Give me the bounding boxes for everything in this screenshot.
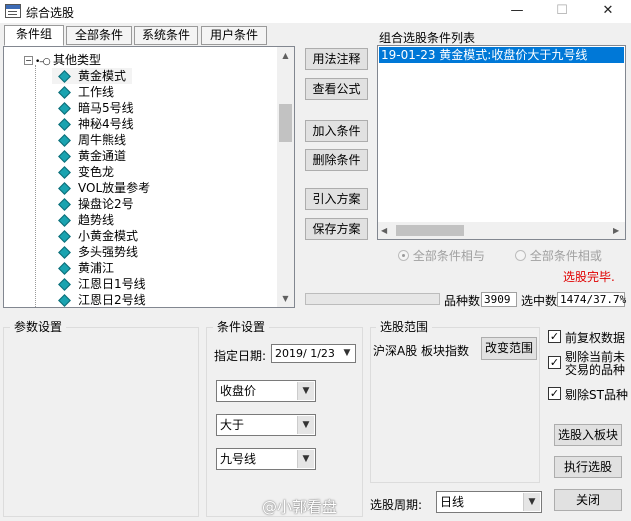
chevron-down-icon[interactable]: ▼: [297, 450, 314, 468]
option-exclude-untraded: 剔除当前未交易的品种: [565, 350, 626, 377]
tree-scrollbar[interactable]: [277, 47, 294, 307]
chevron-down-icon[interactable]: ▼: [297, 416, 314, 434]
target-select[interactable]: 九号线 ▼: [216, 448, 316, 470]
date-label: 指定日期:: [214, 349, 267, 363]
save-scheme-button[interactable]: 保存方案: [305, 218, 368, 240]
execute-selection-button[interactable]: 执行选股: [554, 456, 622, 478]
app-icon: [5, 4, 21, 18]
date-picker[interactable]: 2019/ 1/23 ▼: [271, 344, 356, 363]
check-icon[interactable]: ✓: [548, 330, 561, 343]
scroll-up-icon[interactable]: ▲: [277, 47, 294, 64]
diamond-icon: [58, 262, 71, 275]
import-scheme-button[interactable]: 引入方案: [305, 188, 368, 210]
scroll-left-icon[interactable]: ◀: [381, 226, 387, 235]
tree-item[interactable]: VOL放量参考: [52, 180, 150, 196]
close-button[interactable]: ✕: [588, 0, 628, 24]
diamond-icon: [58, 102, 71, 115]
tree-item[interactable]: 江恩日2号线: [52, 292, 146, 307]
diamond-icon: [58, 294, 71, 307]
maximize-button[interactable]: ☐: [542, 0, 582, 24]
period-label: 选股周期:: [370, 498, 423, 512]
scroll-thumb[interactable]: [279, 104, 292, 142]
range-text: 沪深A股 板块指数: [373, 344, 470, 358]
chevron-down-icon[interactable]: ▼: [523, 493, 540, 511]
tree-item[interactable]: 变色龙: [52, 164, 114, 180]
count-value: 3909: [481, 292, 517, 307]
tree-item[interactable]: 神秘4号线: [52, 116, 134, 132]
param-group: [3, 327, 199, 517]
hscroll-thumb[interactable]: [396, 225, 464, 236]
radio-or[interactable]: 全部条件相或: [515, 247, 602, 264]
condition-tree[interactable]: − •–○ 其他类型 黄金模式 工作线 暗马5号线 神秘4号线 周牛熊线 黄金通道 …: [3, 46, 295, 308]
period-select[interactable]: 日线 ▼: [436, 491, 542, 513]
condition-list-title: 组合选股条件列表: [379, 31, 476, 45]
dropdown-arrow-icon[interactable]: ▼: [340, 346, 354, 361]
selected-value: 1474/37.7%: [557, 292, 626, 307]
tree-item[interactable]: 周牛熊线: [52, 132, 126, 148]
view-formula-button[interactable]: 查看公式: [305, 78, 368, 100]
add-condition-button[interactable]: 加入条件: [305, 120, 368, 142]
window-title: 综合选股: [26, 6, 75, 20]
tree-item[interactable]: 多头强势线: [52, 244, 138, 260]
count-label: 品种数: [444, 294, 481, 308]
option-exclude-st: 剔除ST品种: [565, 388, 628, 402]
diamond-icon: [58, 86, 71, 99]
tree-item[interactable]: 江恩日1号线: [52, 276, 146, 292]
diamond-icon: [58, 182, 71, 195]
change-range-button[interactable]: 改变范围: [481, 337, 537, 360]
delete-condition-button[interactable]: 删除条件: [305, 149, 368, 171]
field-select[interactable]: 收盘价 ▼: [216, 380, 316, 402]
tab-system-conditions[interactable]: 系统条件: [134, 26, 198, 45]
condition-settings-title: 条件设置: [213, 320, 270, 334]
tree-item[interactable]: 工作线: [52, 84, 114, 100]
progress-bar: [305, 293, 440, 305]
diamond-icon: [58, 246, 71, 259]
close-dialog-button[interactable]: 关闭: [554, 489, 622, 511]
tree-item[interactable]: 暗马5号线: [52, 100, 134, 116]
diamond-icon: [58, 230, 71, 243]
diamond-icon: [58, 214, 71, 227]
radio-icon: [515, 250, 526, 261]
tab-condition-group[interactable]: 条件组: [4, 25, 64, 46]
operator-select[interactable]: 大于 ▼: [216, 414, 316, 436]
tab-all-conditions[interactable]: 全部条件: [66, 26, 132, 45]
tree-item[interactable]: 黄金模式: [52, 68, 133, 84]
watermark: @小郭看盘: [262, 498, 338, 516]
scroll-down-icon[interactable]: ▼: [277, 290, 294, 307]
collapse-toggle-icon[interactable]: −: [24, 56, 33, 65]
tab-user-conditions[interactable]: 用户条件: [201, 26, 267, 45]
tree-item[interactable]: 操盘论2号: [52, 196, 134, 212]
param-group-title: 参数设置: [10, 320, 67, 334]
tree-node-other-types[interactable]: − •–○ 其他类型: [24, 52, 101, 68]
diamond-icon: [58, 70, 71, 83]
selected-label: 选中数: [521, 294, 558, 308]
usage-notes-button[interactable]: 用法注释: [305, 48, 368, 70]
save-to-block-button[interactable]: 选股入板块: [554, 424, 622, 446]
tree-item[interactable]: 趋势线: [52, 212, 114, 228]
diamond-icon: [58, 134, 71, 147]
radio-and[interactable]: 全部条件相与: [398, 247, 485, 264]
condition-list-item[interactable]: 19-01-23 黄金模式:收盘价大于九号线: [379, 47, 624, 63]
radio-checked-icon: [398, 250, 409, 261]
chevron-down-icon[interactable]: ▼: [297, 382, 314, 400]
diamond-icon: [58, 166, 71, 179]
scroll-right-icon[interactable]: ▶: [613, 226, 619, 235]
option-forward-adjust: 前复权数据: [565, 331, 626, 345]
minimize-button[interactable]: —: [497, 0, 537, 24]
tree-node-label: 其他类型: [53, 53, 102, 67]
range-group-title: 选股范围: [376, 320, 433, 334]
diamond-icon: [58, 198, 71, 211]
tree-item[interactable]: 黄浦江: [52, 260, 114, 276]
tree-item[interactable]: 小黄金模式: [52, 228, 138, 244]
status-text: 选股完毕.: [563, 270, 615, 284]
tree-connector-icon: •–○: [35, 57, 51, 67]
diamond-icon: [58, 150, 71, 163]
check-icon[interactable]: ✓: [548, 356, 561, 369]
tree-item[interactable]: 黄金通道: [52, 148, 126, 164]
diamond-icon: [58, 278, 71, 291]
condition-list[interactable]: [377, 45, 626, 240]
check-icon[interactable]: ✓: [548, 387, 561, 400]
diamond-icon: [58, 118, 71, 131]
